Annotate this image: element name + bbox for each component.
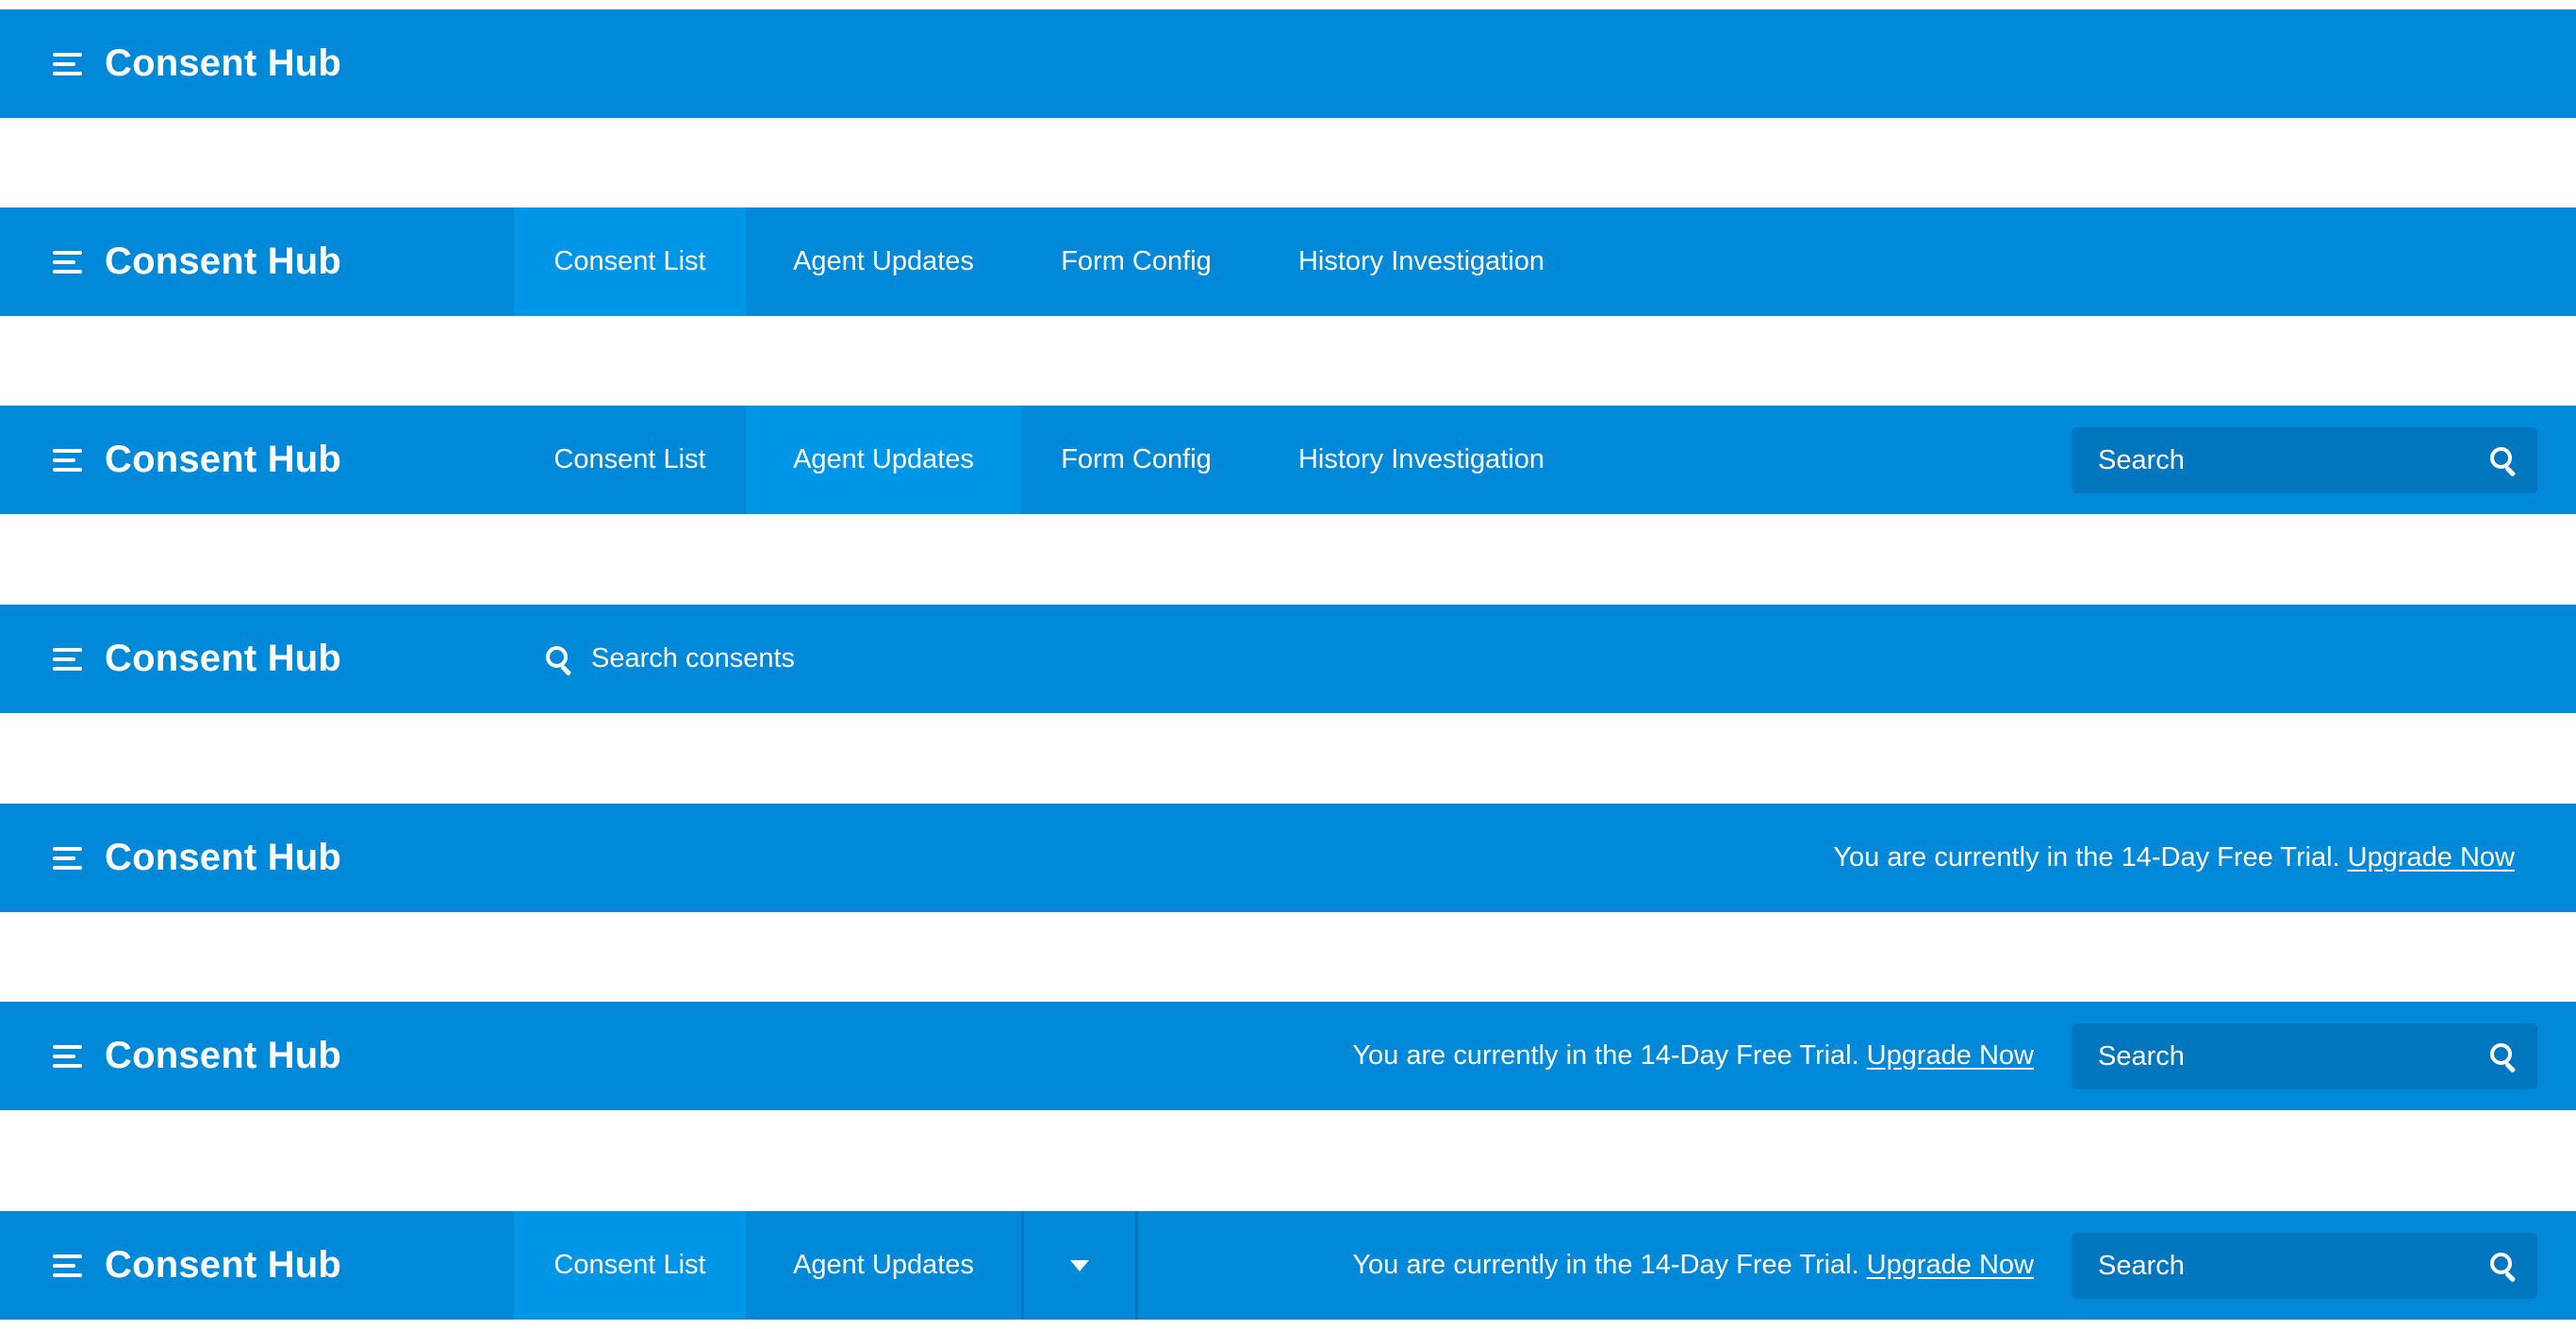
trial-notice: You are currently in the 14-Day Free Tri…: [1352, 1002, 2034, 1110]
search-icon[interactable]: [2490, 1043, 2517, 1073]
brand: Consent Hub: [53, 605, 341, 713]
more-tabs-button[interactable]: [1021, 1211, 1138, 1320]
app-title[interactable]: Consent Hub: [105, 1035, 341, 1077]
trial-notice: You are currently in the 14-Day Free Tri…: [1352, 1211, 2034, 1320]
tab-form-config[interactable]: Form Config: [1021, 208, 1251, 316]
search-input[interactable]: [2098, 1040, 2490, 1072]
app-title[interactable]: Consent Hub: [105, 638, 341, 680]
nav-tabs: Consent List Agent Updates: [514, 1211, 1138, 1320]
tab-history-investigation[interactable]: History Investigation: [1251, 208, 1592, 316]
search-box: [2072, 427, 2537, 493]
trial-notice: You are currently in the 14-Day Free Tri…: [1833, 804, 2515, 912]
menu-icon[interactable]: [53, 250, 82, 274]
inline-search: [546, 605, 987, 713]
caret-down-icon: [1070, 1259, 1089, 1271]
tab-agent-updates[interactable]: Agent Updates: [746, 208, 1021, 316]
brand: Consent Hub: [53, 406, 341, 514]
tab-consent-list[interactable]: Consent List: [514, 208, 746, 316]
menu-icon[interactable]: [53, 647, 82, 671]
upgrade-link[interactable]: Upgrade Now: [2348, 842, 2515, 873]
tab-consent-list[interactable]: Consent List: [514, 1211, 746, 1320]
search-icon[interactable]: [2490, 447, 2517, 477]
trial-message: You are currently in the 14-Day Free Tri…: [1352, 1040, 1859, 1071]
nav-tabs: Consent List Agent Updates Form Config H…: [514, 406, 1592, 514]
brand: Consent Hub: [53, 1211, 341, 1320]
search-input[interactable]: [2098, 444, 2490, 476]
nav-tabs: Consent List Agent Updates Form Config H…: [514, 208, 1592, 316]
header-variant-3: Consent Hub Consent List Agent Updates F…: [0, 406, 2576, 514]
menu-icon[interactable]: [53, 1044, 82, 1068]
header-variant-2: Consent Hub Consent List Agent Updates F…: [0, 208, 2576, 316]
app-title[interactable]: Consent Hub: [105, 42, 341, 85]
app-title[interactable]: Consent Hub: [105, 439, 341, 481]
search-box: [2072, 1233, 2537, 1299]
header-variant-7: Consent Hub Consent List Agent Updates Y…: [0, 1211, 2576, 1320]
search-icon[interactable]: [546, 645, 572, 676]
tab-consent-list[interactable]: Consent List: [514, 406, 746, 514]
brand: Consent Hub: [53, 804, 341, 912]
menu-icon[interactable]: [53, 448, 82, 472]
brand: Consent Hub: [53, 9, 341, 118]
header-variant-4: Consent Hub: [0, 605, 2576, 713]
search-input[interactable]: [591, 643, 987, 674]
search-icon[interactable]: [2490, 1253, 2517, 1283]
search-box: [2072, 1023, 2537, 1089]
menu-icon[interactable]: [53, 846, 82, 870]
header-variant-6: Consent Hub You are currently in the 14-…: [0, 1002, 2576, 1110]
brand: Consent Hub: [53, 208, 341, 316]
app-title[interactable]: Consent Hub: [105, 1244, 341, 1287]
upgrade-link[interactable]: Upgrade Now: [1867, 1040, 2034, 1072]
tab-form-config[interactable]: Form Config: [1021, 406, 1251, 514]
trial-message: You are currently in the 14-Day Free Tri…: [1833, 842, 2340, 872]
brand: Consent Hub: [53, 1002, 341, 1110]
tab-agent-updates[interactable]: Agent Updates: [746, 1211, 1021, 1320]
header-variant-5: Consent Hub You are currently in the 14-…: [0, 804, 2576, 912]
tab-history-investigation[interactable]: History Investigation: [1251, 406, 1592, 514]
search-input[interactable]: [2098, 1250, 2490, 1282]
menu-icon[interactable]: [53, 52, 82, 75]
app-title[interactable]: Consent Hub: [105, 837, 341, 879]
trial-message: You are currently in the 14-Day Free Tri…: [1352, 1250, 1859, 1280]
header-variant-1: Consent Hub: [0, 9, 2576, 118]
tab-agent-updates[interactable]: Agent Updates: [746, 406, 1021, 514]
menu-icon[interactable]: [53, 1254, 82, 1277]
upgrade-link[interactable]: Upgrade Now: [1867, 1250, 2034, 1281]
app-title[interactable]: Consent Hub: [105, 241, 341, 283]
